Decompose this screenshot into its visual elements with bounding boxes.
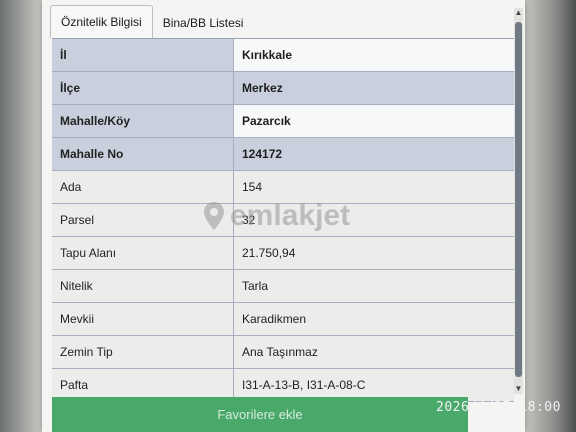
- chevron-up-icon[interactable]: ▲: [514, 8, 523, 18]
- tab-attribute-info[interactable]: Öznitelik Bilgisi: [50, 5, 153, 38]
- table-row-parsel: Parsel 32: [52, 204, 514, 237]
- chevron-down-icon[interactable]: ▼: [514, 384, 523, 394]
- add-to-favorites-button[interactable]: Favorilere ekle: [52, 397, 468, 432]
- row-value: Ana Taşınmaz: [242, 345, 318, 359]
- table-row-mahalle-no: Mahalle No 124172: [52, 138, 514, 171]
- scroll-thumb[interactable]: [515, 22, 522, 377]
- tab-bar: Öznitelik Bilgisi Bina/BB Listesi: [50, 4, 520, 38]
- map-edge-right[interactable]: [525, 0, 576, 432]
- tab-building-list[interactable]: Bina/BB Listesi: [153, 8, 254, 38]
- row-value: 21.750,94: [242, 246, 296, 260]
- row-value: Karadikmen: [242, 312, 307, 326]
- row-label: Mahalle/Köy: [52, 105, 234, 137]
- row-value: Pazarcık: [234, 105, 514, 137]
- attribute-table: İl Kırıkkale İlçe Merkez Mahalle/Köy Paz…: [52, 38, 514, 402]
- row-label: Nitelik: [52, 270, 234, 302]
- row-label: Mahalle No: [52, 138, 234, 170]
- row-label: Mevkii: [52, 303, 234, 335]
- table-row-nitelik: Nitelik Tarla: [52, 270, 514, 303]
- row-label: İlçe: [52, 72, 234, 104]
- row-label: İl: [52, 39, 234, 71]
- table-row-ilce: İlçe Merkez: [52, 72, 514, 105]
- row-value: Kırıkkale: [234, 39, 514, 71]
- row-value: 32: [242, 213, 256, 227]
- row-label: Ada: [52, 171, 234, 203]
- camera-timestamp: 2026/4/27 18:00: [436, 400, 561, 415]
- row-value: Merkez: [242, 81, 283, 95]
- row-value: Tarla: [242, 279, 269, 293]
- row-label: Parsel: [52, 204, 234, 236]
- table-row-mevkii: Mevkii Karadikmen: [52, 303, 514, 336]
- map-edge-left: [0, 0, 42, 432]
- row-label: Zemin Tip: [52, 336, 234, 368]
- row-label: Tapu Alanı: [52, 237, 234, 269]
- table-row-il: İl Kırıkkale: [52, 39, 514, 72]
- table-row-tapu-alani: Tapu Alanı 21.750,94: [52, 237, 514, 270]
- row-value: 154: [242, 180, 263, 194]
- table-row-zemin-tip: Zemin Tip Ana Taşınmaz: [52, 336, 514, 369]
- table-row-mahalle: Mahalle/Köy Pazarcık: [52, 105, 514, 138]
- vertical-scrollbar[interactable]: ▲ ▼: [514, 8, 523, 394]
- table-row-ada: Ada 154: [52, 171, 514, 204]
- parcel-info-panel: Öznitelik Bilgisi Bina/BB Listesi İl Kır…: [42, 0, 525, 432]
- row-value: 124172: [242, 147, 283, 161]
